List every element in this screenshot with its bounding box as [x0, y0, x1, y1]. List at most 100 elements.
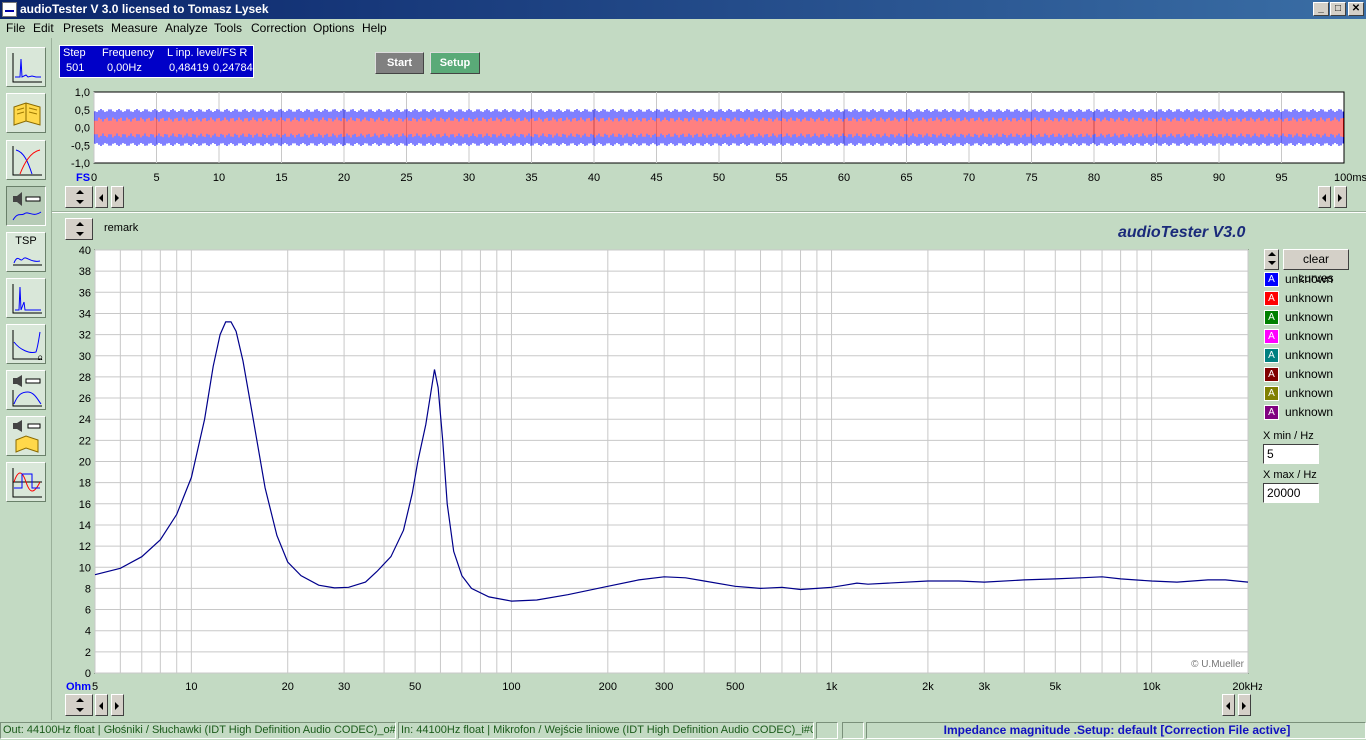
status-output-device: Out: 44100Hz float | Głośniki / Słuchawk…: [0, 722, 396, 739]
chart-x-tick-label: 1k: [826, 681, 838, 693]
menu-options[interactable]: Options: [313, 21, 354, 35]
copyright-label: © U.Mueller: [1191, 659, 1245, 670]
chart-y-tick-label: 28: [79, 372, 91, 384]
scope-y-tick-label: -1,0: [71, 158, 90, 170]
chart-x-zoom-spinner[interactable]: [65, 694, 93, 716]
chart-x-tick-label: 10: [185, 681, 197, 693]
status-input-device: In: 44100Hz float | Mikrofon / Wejście l…: [398, 722, 814, 739]
legend-label: unknown: [1285, 329, 1334, 343]
curve-color-swatch[interactable]: A: [1264, 310, 1279, 325]
legend-label: unknown: [1285, 310, 1334, 324]
oscilloscope-view: 1,0 0,5 0,0 -0,5 -1,00 5 10 15 20 25 30 35 40 45 50 55 6…: [71, 87, 1366, 184]
scope-zoom-right[interactable]: [1334, 186, 1347, 208]
chart-zoom-left[interactable]: [1222, 694, 1235, 716]
scope-y-zoom-spinner[interactable]: [65, 186, 93, 208]
chart-y-tick-label: 34: [79, 308, 91, 320]
chart-y-tick-label: 12: [79, 541, 91, 553]
curve-color-swatch[interactable]: A: [1264, 348, 1279, 363]
level-label: L inp. level/FS R: [167, 47, 248, 59]
curve-color-swatch[interactable]: A: [1264, 386, 1279, 401]
legend-label: unknown: [1285, 386, 1334, 400]
curve-color-swatch[interactable]: A: [1264, 367, 1279, 382]
scope-x-tick-label: 0: [91, 172, 97, 184]
panel-separator: [52, 211, 1366, 213]
scope-x-tick-label: 90: [1213, 172, 1225, 184]
scope-x-tick-label: 30: [463, 172, 475, 184]
chart-x-tick-label: 200: [599, 681, 617, 693]
scope-x-tick-label: 20: [338, 172, 350, 184]
menu-measure[interactable]: Measure: [111, 21, 158, 35]
chart-x-tick-label: 5: [92, 681, 98, 693]
chart-x-tick-label: 20kHz: [1232, 681, 1262, 693]
scope-x-tick-label: 35: [525, 172, 537, 184]
curve-color-swatch[interactable]: A: [1264, 291, 1279, 306]
scope-x-tick-label: 65: [900, 172, 912, 184]
status-cell-empty-2: [842, 722, 864, 739]
scope-x-tick-label: 95: [1275, 172, 1287, 184]
menu-correction[interactable]: Correction: [251, 21, 306, 35]
scope-mode-button[interactable]: [6, 47, 46, 87]
chart-x-tick-label: 100: [502, 681, 520, 693]
start-button[interactable]: Start: [375, 52, 424, 74]
scope-x-tick-label: 15: [275, 172, 287, 184]
curve-color-swatch[interactable]: A: [1264, 272, 1279, 287]
legend-label: unknown: [1285, 348, 1334, 362]
clear-curves-button[interactable]: clear curves: [1283, 249, 1349, 285]
scope-y-tick-label: 0,5: [75, 105, 90, 117]
remark-label: remark: [104, 222, 139, 234]
minimize-button[interactable]: _: [1313, 2, 1329, 16]
scope-x-tick-label: 45: [650, 172, 662, 184]
chart-y-tick-label: 36: [79, 287, 91, 299]
step-value: 501: [66, 62, 85, 74]
chart-zoom-right[interactable]: [1238, 694, 1251, 716]
chart-x-tick-label: 300: [655, 681, 673, 693]
legend-label: unknown: [1285, 367, 1334, 381]
scope-fs-label: FS: [76, 172, 90, 184]
chart-y-tick-label: 14: [79, 520, 91, 532]
title-bar: audioTester V 3.0 licensed to Tomasz Lys…: [0, 0, 1366, 19]
scope-x-tick-label: 10: [213, 172, 225, 184]
chart-y-tick-label: 38: [79, 266, 91, 278]
chart-scroll-left[interactable]: [95, 694, 108, 716]
menu-tools[interactable]: Tools: [214, 21, 242, 35]
curve-color-swatch[interactable]: A: [1264, 329, 1279, 344]
curve-color-swatch[interactable]: A: [1264, 405, 1279, 420]
app-icon[interactable]: [2, 2, 17, 17]
maximize-button[interactable]: □: [1330, 2, 1346, 16]
measurement-info-panel: Step Frequency L inp. level/FS R 501 0,0…: [59, 45, 254, 78]
scope-zoom-left[interactable]: [1318, 186, 1331, 208]
scope-x-tick-label: 5: [153, 172, 159, 184]
scope-scroll-right[interactable]: [111, 186, 124, 208]
chart-y-tick-label: 10: [79, 562, 91, 574]
chart-x-tick-label: 5k: [1049, 681, 1061, 693]
legend-label: unknown: [1285, 272, 1334, 286]
legend-spinner[interactable]: [1264, 249, 1279, 270]
step-label: Step: [63, 47, 86, 59]
scope-scroll-left[interactable]: [95, 186, 108, 208]
scope-y-tick-label: 0,0: [75, 123, 90, 135]
chart-y-zoom-spinner[interactable]: [65, 218, 93, 240]
frequency-value: 0,00Hz: [107, 62, 142, 74]
chart-y-tick-label: 26: [79, 393, 91, 405]
legend-label: unknown: [1285, 405, 1334, 419]
chart-scroll-right[interactable]: [111, 694, 124, 716]
scope-x-tick-label: 40: [588, 172, 600, 184]
scope-x-tick-label: 60: [838, 172, 850, 184]
menu-presets[interactable]: Presets: [63, 21, 104, 35]
xmax-input[interactable]: [1263, 483, 1319, 503]
chart-y-tick-label: 40: [79, 245, 91, 257]
right-level-value: 0,24784: [213, 62, 253, 74]
close-button[interactable]: ✕: [1348, 2, 1364, 16]
menu-file[interactable]: File: [6, 21, 25, 35]
chart-y-tick-label: 30: [79, 351, 91, 363]
setup-button[interactable]: Setup: [430, 52, 480, 74]
scope-x-tick-label: 75: [1025, 172, 1037, 184]
chart-y-tick-label: 16: [79, 499, 91, 511]
xmin-input[interactable]: [1263, 444, 1319, 464]
chart-y-tick-label: 20: [79, 457, 91, 469]
chart-y-tick-label: 18: [79, 478, 91, 490]
menu-edit[interactable]: Edit: [33, 21, 54, 35]
menu-analyze[interactable]: Analyze: [165, 21, 208, 35]
menu-help[interactable]: Help: [362, 21, 387, 35]
xmax-label: X max / Hz: [1263, 469, 1317, 481]
